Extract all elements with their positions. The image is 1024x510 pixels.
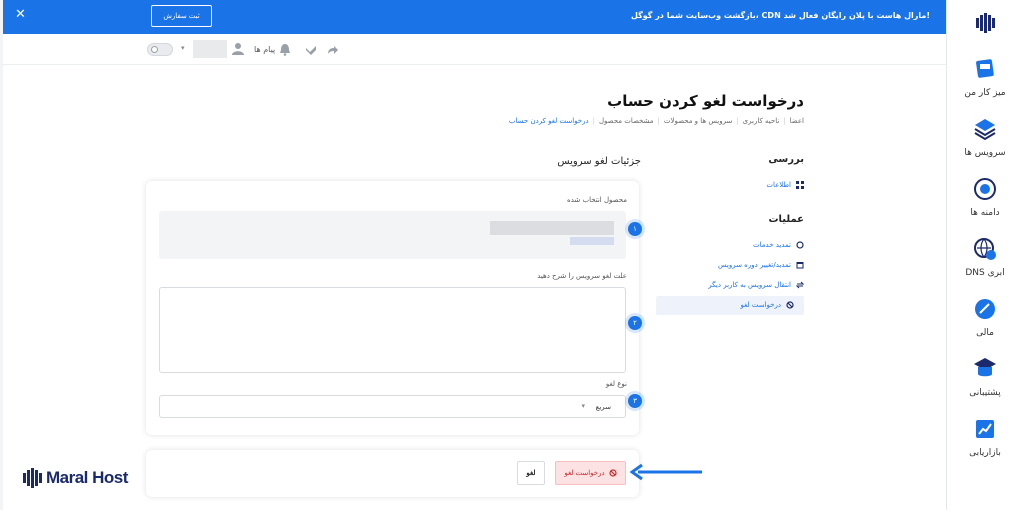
- finance-icon: [975, 299, 995, 319]
- breadcrumb-separator: |: [736, 117, 739, 125]
- sidebar-item-services[interactable]: سرویس ها: [946, 116, 1024, 158]
- cloud-dns-icon: [974, 238, 996, 260]
- toggle-knob: [151, 46, 158, 53]
- selected-product-box: [159, 211, 626, 259]
- promo-banner: بازگشت وب‌سایت شما در گوگل، CDN مارال ها…: [3, 0, 946, 34]
- section-title: جزئیات لغو سرویس: [557, 156, 641, 167]
- product-name-redacted: [490, 221, 614, 235]
- breadcrumb: اعضا | ناحیه کاربری | سرویس ها و محصولات…: [509, 117, 804, 125]
- sidebar-item-marketing[interactable]: بازاریابی: [946, 416, 1024, 458]
- sidebar-item-desk[interactable]: میز کار من: [946, 56, 1024, 98]
- menu-item-change-period[interactable]: تمدید/تغییر دوره سرویس: [718, 261, 804, 269]
- marketing-icon: [976, 420, 994, 438]
- menu-item-label: تمدید/تغییر دوره سرویس: [717, 261, 791, 269]
- menu-item-label: تمدید خدمات: [753, 241, 791, 249]
- app-logo-icon[interactable]: [974, 12, 996, 34]
- select-value: سریع: [595, 403, 611, 411]
- sidebar-item-label: دامنه ها: [970, 208, 1000, 218]
- main-content: درخواست لغو کردن حساب اعضا | ناحیه کاربر…: [3, 65, 946, 510]
- menu-item-cancel-request[interactable]: درخواست لغو: [741, 301, 794, 309]
- messages-link[interactable]: پیام ها: [254, 45, 275, 54]
- share-icon[interactable]: [327, 44, 339, 56]
- breadcrumb-separator: |: [783, 117, 786, 125]
- pointer-arrow-icon: [630, 463, 702, 481]
- breadcrumb-item[interactable]: سرویس ها و محصولات: [664, 117, 732, 125]
- brand-name: Maral Host: [46, 468, 128, 487]
- transfer-icon: [796, 281, 804, 289]
- breadcrumb-item[interactable]: مشخصات محصول: [599, 117, 654, 125]
- operations-heading: عملیات: [768, 214, 804, 225]
- step-badge-2: ۲: [628, 316, 642, 330]
- username-redacted[interactable]: [193, 40, 227, 58]
- close-icon[interactable]: ✕: [15, 8, 29, 22]
- chevron-down-icon: ▾: [581, 402, 585, 410]
- theme-toggle[interactable]: [147, 43, 173, 56]
- reason-label: علت لغو سرویس را شرح دهید: [537, 272, 627, 280]
- ban-icon: [786, 301, 794, 309]
- menu-item-label: درخواست لغو: [740, 301, 781, 309]
- reason-textarea[interactable]: [159, 287, 626, 373]
- step-badge-3: ۳: [628, 394, 642, 408]
- chevron-down-icon[interactable]: ▾: [181, 44, 185, 52]
- banner-text: بازگشت وب‌سایت شما در گوگل، CDN مارال ها…: [630, 11, 930, 20]
- sidebar-item-support[interactable]: پشتیبانی: [946, 356, 1024, 398]
- menu-item-label: انتقال سرویس به کاربر دیگر: [708, 281, 791, 289]
- menu-item-label: اطلاعات: [766, 181, 791, 189]
- user-icon[interactable]: [232, 42, 244, 55]
- action-bar: درخواست لغو لغو: [146, 450, 639, 497]
- tools-icon[interactable]: [305, 44, 317, 56]
- sidebar-item-cloud-dns[interactable]: DNS ابری: [946, 236, 1024, 278]
- sidebar-item-label: پشتیبانی: [969, 388, 1001, 398]
- cancel-button[interactable]: لغو: [517, 461, 545, 485]
- menu-item-info[interactable]: اطلاعات: [766, 181, 804, 189]
- cancel-type-select[interactable]: سریع ▾: [159, 395, 626, 418]
- product-label: محصول انتخاب شده: [567, 196, 627, 204]
- page-title: درخواست لغو کردن حساب: [607, 92, 804, 110]
- calendar-icon: [796, 262, 804, 269]
- sidebar-item-label: DNS ابری: [965, 268, 1005, 278]
- product-link-redacted: [570, 237, 614, 245]
- app-root: میز کار من سرویس ها دامنه ها DNS ابری ما…: [0, 0, 1024, 510]
- sidebar-item-domains[interactable]: دامنه ها: [946, 176, 1024, 218]
- breadcrumb-item[interactable]: اعضا: [790, 117, 804, 125]
- bell-icon[interactable]: [279, 43, 291, 56]
- services-icon: [974, 119, 996, 141]
- sidebar-item-finance[interactable]: مالی: [946, 296, 1024, 338]
- renew-icon: [796, 241, 804, 249]
- main-sidebar: میز کار من سرویس ها دامنه ها DNS ابری ما…: [946, 0, 1024, 510]
- sidebar-item-label: بازاریابی: [969, 448, 1001, 458]
- menu-item-renew[interactable]: تمدید خدمات: [753, 241, 804, 249]
- breadcrumb-current: درخواست لغو کردن حساب: [508, 117, 589, 125]
- breadcrumb-separator: |: [657, 117, 660, 125]
- step-badge-1: ۱: [628, 222, 642, 236]
- brand-logo-icon: [23, 468, 42, 488]
- top-nav: ▾ پیام ها: [3, 34, 946, 65]
- cancel-form-card: محصول انتخاب شده علت لغو سرویس را شرح ده…: [146, 181, 639, 435]
- domains-icon: [974, 178, 996, 200]
- support-icon: [974, 358, 996, 377]
- sidebar-item-label: میز کار من: [964, 88, 1006, 98]
- button-label: درخواست لغو: [564, 470, 605, 477]
- type-label: نوع لغو: [605, 380, 627, 388]
- overview-heading: بررسی: [768, 154, 804, 165]
- grid-icon: [796, 181, 804, 189]
- breadcrumb-separator: |: [592, 117, 595, 125]
- sidebar-item-label: سرویس ها: [964, 148, 1006, 158]
- sidebar-item-label: مالی: [976, 328, 994, 338]
- desk-icon: [976, 59, 994, 78]
- order-button[interactable]: ثبت سفارش: [151, 5, 212, 27]
- brand-watermark: Maral Host: [23, 467, 128, 489]
- menu-item-transfer[interactable]: انتقال سرویس به کاربر دیگر: [708, 281, 804, 289]
- request-cancel-button[interactable]: درخواست لغو: [555, 461, 626, 485]
- breadcrumb-item[interactable]: ناحیه کاربری: [743, 117, 780, 125]
- ban-icon: [609, 469, 617, 477]
